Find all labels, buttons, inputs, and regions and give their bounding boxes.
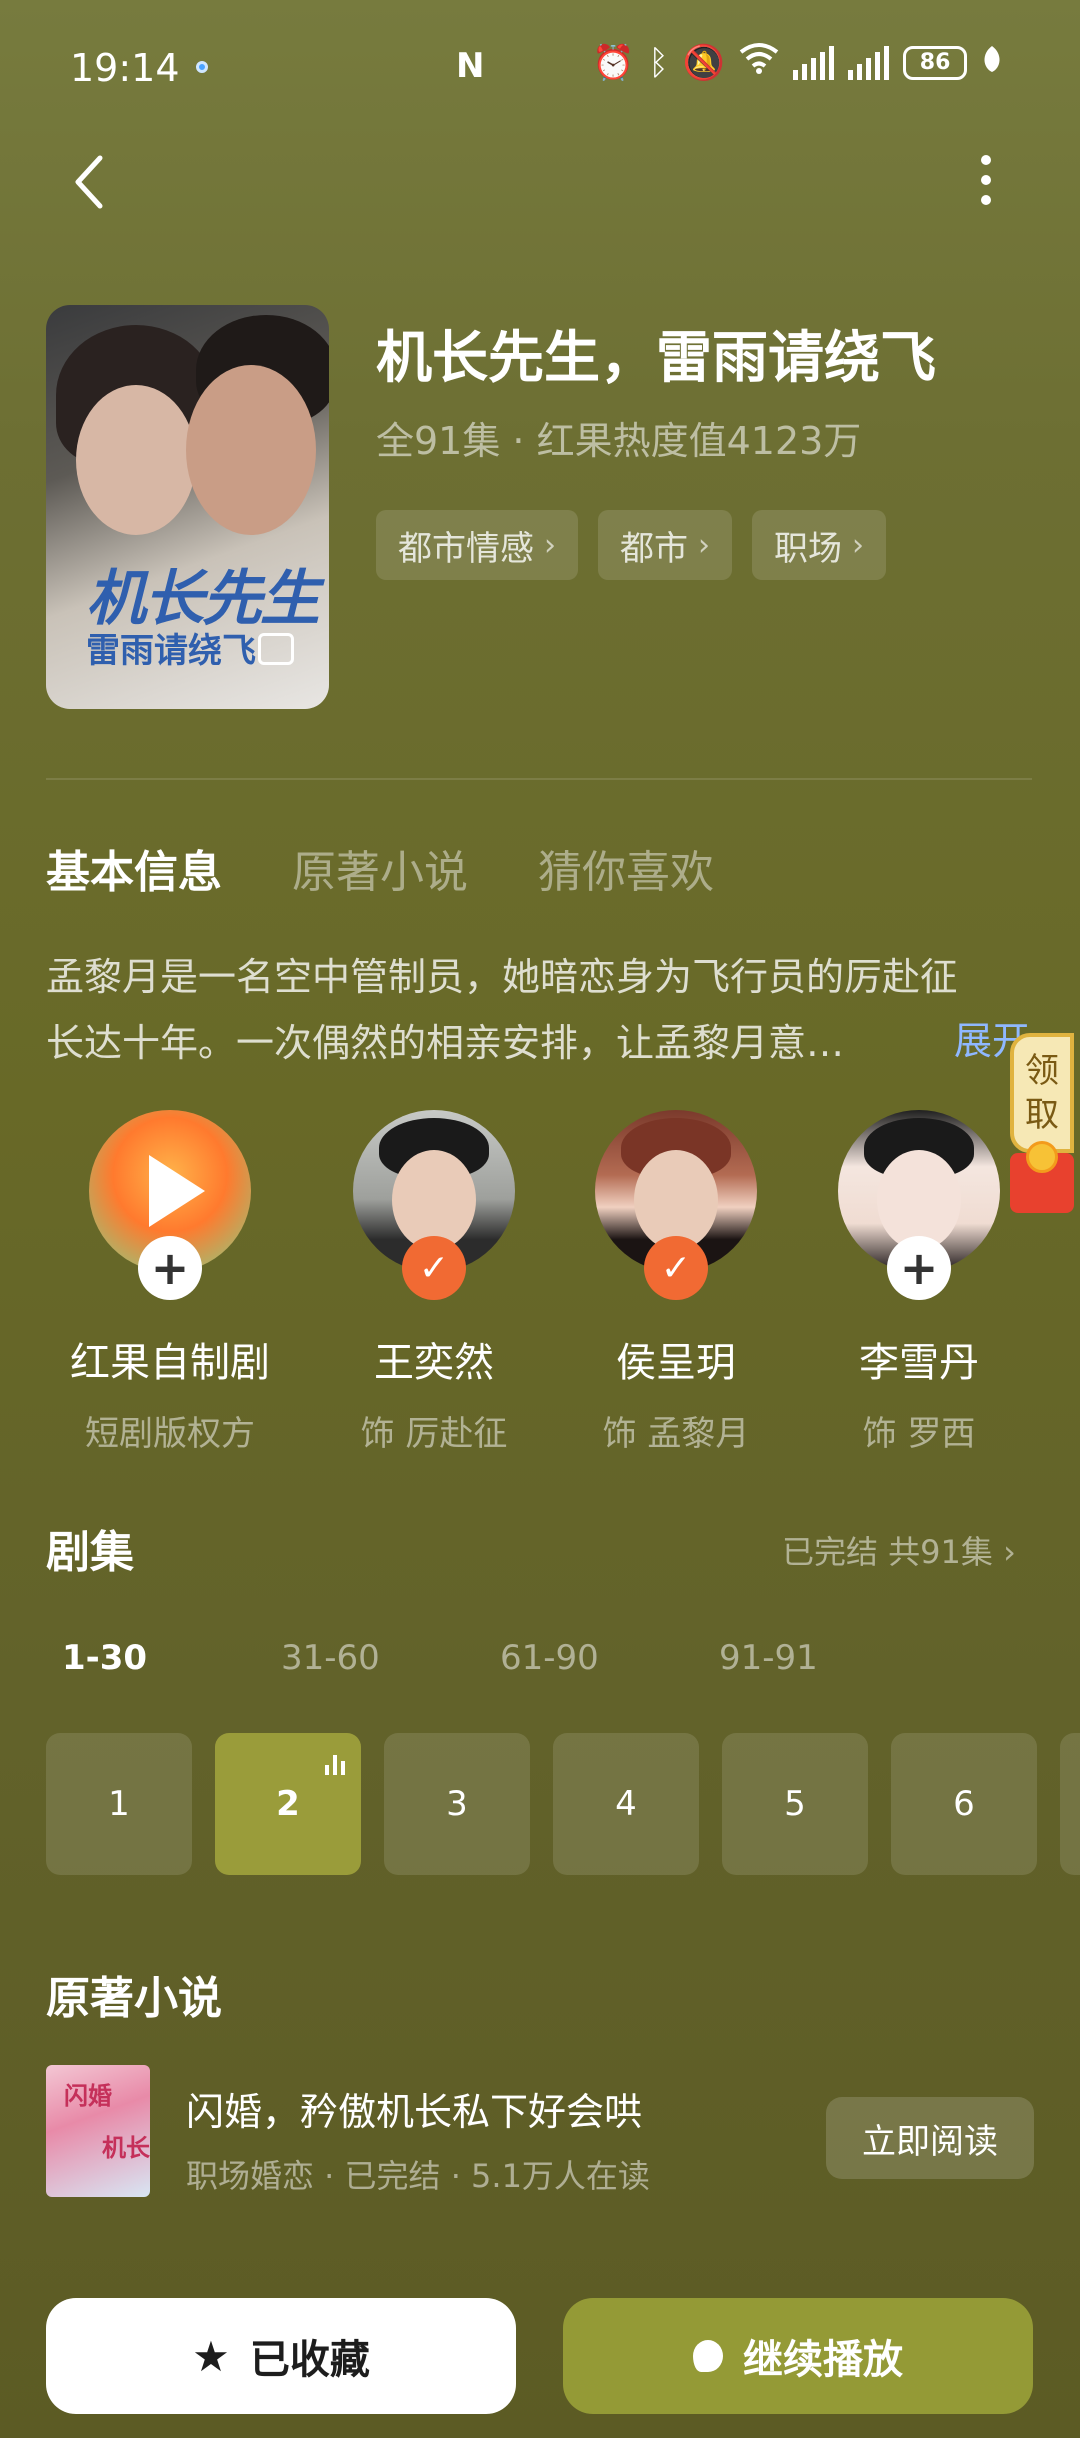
novel-title[interactable]: 闪婚，矜傲机长私下好会哄 — [186, 2081, 642, 2136]
episode-button[interactable]: 1 — [46, 1733, 192, 1875]
episode-range-tab[interactable]: 1-30 — [62, 1638, 281, 1678]
episode-button[interactable]: 6 — [891, 1733, 1037, 1875]
favorite-label: 已收藏 — [249, 2337, 370, 2383]
info-tabs: 基本信息 原著小说 猜你喜欢 — [46, 836, 714, 900]
synopsis-line: 长达十年。一次偶然的相亲安排，让孟黎月意… — [46, 1021, 845, 1065]
cast-name: 王奕然 — [374, 1340, 494, 1386]
episode-range-tabs: 1-30 31-60 61-90 91-91 — [62, 1638, 938, 1678]
mute-icon: 🔕 — [682, 42, 726, 83]
cast-item[interactable]: + 李雪丹 饰 罗西 — [814, 1110, 1024, 1455]
location-dot-icon — [196, 61, 208, 73]
novel-cover[interactable]: 闪婚 机长 — [46, 2065, 150, 2197]
followed-check-icon[interactable]: ✓ — [402, 1236, 466, 1300]
synopsis: 孟黎月是一名空中管制员，她暗恋身为飞行员的厉赴征 长达十年。一次偶然的相亲安排，… — [46, 944, 956, 1076]
episode-number: 5 — [784, 1784, 806, 1824]
episode-button-current[interactable]: 2 — [215, 1733, 361, 1875]
tab-original-novel[interactable]: 原著小说 — [292, 836, 468, 900]
alarm-icon: ⏰ — [592, 42, 635, 83]
read-now-button[interactable]: 立即阅读 — [826, 2097, 1034, 2179]
episode-number: 2 — [276, 1784, 300, 1824]
episode-button[interactable]: 5 — [722, 1733, 868, 1875]
nfc-icon: N — [456, 46, 485, 86]
chevron-right-icon: › — [852, 527, 864, 563]
leaf-icon — [981, 43, 1003, 83]
novel-heading: 原著小说 — [46, 1973, 222, 2024]
status-icons: ⏰ ᛒ 🔕 86 — [592, 42, 1003, 83]
cast-item[interactable]: ✓ 王奕然 饰 厉赴征 — [329, 1110, 539, 1455]
episode-button[interactable] — [1060, 1733, 1080, 1875]
cast-role: 短剧版权方 — [85, 1414, 255, 1454]
cast-name: 李雪丹 — [859, 1340, 979, 1386]
chevron-right-icon: › — [698, 527, 710, 563]
reward-label-top: 领 — [1025, 1051, 1059, 1091]
more-button[interactable] — [968, 150, 1004, 210]
cast-list: + 红果自制剧 短剧版权方 ✓ 王奕然 饰 厉赴征 ✓ 侯呈玥 饰 孟黎月 + … — [46, 1110, 1046, 1454]
wifi-icon — [739, 42, 779, 83]
episode-number: 4 — [615, 1784, 637, 1824]
tag-chip[interactable]: 都市 › — [598, 510, 732, 580]
chevron-left-icon — [75, 155, 103, 209]
back-button[interactable] — [66, 152, 116, 212]
episode-grid: 1 2 3 4 5 6 — [46, 1733, 1080, 1875]
cast-role: 饰 孟黎月 — [602, 1414, 750, 1454]
tab-basic-info[interactable]: 基本信息 — [46, 836, 222, 900]
cast-name: 侯呈玥 — [616, 1340, 736, 1386]
episodes-heading: 剧集 — [46, 1527, 134, 1578]
novel-meta: 职场婚恋 · 已完结 · 5.1万人在读 — [186, 2157, 650, 2195]
episodes-status-link[interactable]: 已完结 共91集 › — [782, 1527, 1016, 1573]
drama-meta: 全91集 · 红果热度值4123万 — [376, 419, 862, 463]
signal-icon — [848, 45, 890, 80]
tag-label: 都市情感 — [398, 528, 534, 569]
favorite-button[interactable]: ★ 已收藏 — [46, 2298, 516, 2414]
play-label: 继续播放 — [743, 2337, 903, 2383]
episodes-status: 已完结 共91集 — [782, 1533, 993, 1571]
tab-recommendations[interactable]: 猜你喜欢 — [538, 836, 714, 900]
cast-item[interactable]: ✓ 侯呈玥 饰 孟黎月 — [571, 1110, 781, 1455]
tag-label: 职场 — [774, 528, 842, 569]
status-time: 19:14 — [70, 46, 180, 90]
cast-role: 饰 厉赴征 — [360, 1414, 508, 1454]
continue-play-button[interactable]: 继续播放 — [563, 2298, 1033, 2414]
chevron-right-icon: › — [1003, 1533, 1016, 1571]
episode-number: 6 — [953, 1784, 975, 1824]
battery-icon: 86 — [903, 45, 968, 80]
gallery-icon — [258, 633, 294, 665]
episode-range-tab[interactable]: 61-90 — [500, 1638, 719, 1678]
signal-icon — [793, 45, 835, 80]
follow-add-icon[interactable]: + — [887, 1236, 951, 1300]
play-icon — [693, 2340, 723, 2372]
cast-name: 红果自制剧 — [70, 1340, 270, 1386]
episode-range-tab[interactable]: 31-60 — [281, 1638, 500, 1678]
episode-range-tab[interactable]: 91-91 — [719, 1638, 938, 1678]
episode-number: 1 — [108, 1784, 130, 1824]
poster-title-line2: 雷雨请绕飞 — [86, 631, 256, 671]
tag-chip[interactable]: 职场 › — [752, 510, 886, 580]
playing-bars-icon — [325, 1753, 345, 1775]
episode-button[interactable]: 4 — [553, 1733, 699, 1875]
star-icon: ★ — [192, 2331, 230, 2381]
episode-number: 3 — [446, 1784, 468, 1824]
chevron-right-icon: › — [544, 527, 556, 563]
divider — [46, 778, 1032, 780]
more-vertical-icon — [981, 155, 991, 205]
drama-title: 机长先生，雷雨请绕飞 — [376, 326, 936, 391]
cast-item[interactable]: + 红果自制剧 短剧版权方 — [65, 1110, 275, 1455]
tag-list: 都市情感 › 都市 › 职场 › — [376, 510, 886, 580]
follow-add-icon[interactable]: + — [138, 1236, 202, 1300]
bluetooth-icon: ᛒ — [648, 42, 669, 83]
drama-poster[interactable]: 机长先生 雷雨请绕飞 — [46, 305, 329, 709]
episode-button[interactable]: 3 — [384, 1733, 530, 1875]
tag-label: 都市 — [620, 528, 688, 569]
synopsis-line: 孟黎月是一名空中管制员，她暗恋身为飞行员的厉赴征 — [46, 955, 956, 999]
tag-chip[interactable]: 都市情感 › — [376, 510, 578, 580]
followed-check-icon[interactable]: ✓ — [644, 1236, 708, 1300]
cast-role: 饰 罗西 — [862, 1414, 976, 1454]
